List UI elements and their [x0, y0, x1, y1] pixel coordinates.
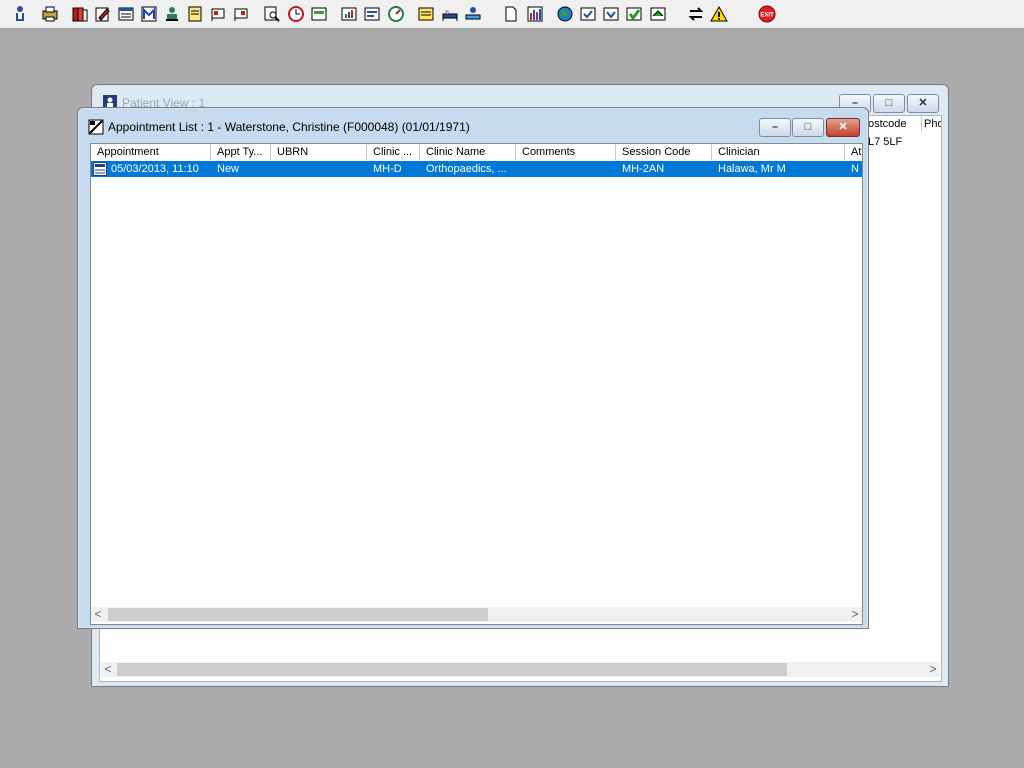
yellow-notes-icon[interactable] — [416, 4, 436, 24]
checklist-icon[interactable] — [578, 4, 598, 24]
table-row[interactable]: 05/03/2013, 11:10 New MH-D Orthopaedics,… — [91, 161, 862, 177]
globe-icon[interactable] — [555, 4, 575, 24]
exit-label: EXIT — [760, 13, 774, 19]
bar-chart-icon[interactable] — [525, 4, 545, 24]
search-document-icon[interactable] — [262, 4, 282, 24]
books-icon[interactable] — [70, 4, 90, 24]
person-icon[interactable] — [162, 4, 182, 24]
patient-search-icon[interactable] — [10, 4, 30, 24]
col-clinic[interactable]: Clinic ... — [367, 144, 420, 160]
col-ubrn[interactable]: UBRN — [271, 144, 367, 160]
postcode-value: L7 5LF — [868, 136, 903, 148]
col-at[interactable]: At — [845, 144, 862, 160]
appointment-row-icon — [93, 162, 107, 176]
appointment-list-app-icon — [88, 119, 104, 135]
forms-icon[interactable] — [362, 4, 382, 24]
pv-scroll-thumb[interactable] — [117, 663, 787, 676]
cell-appt-type: New — [217, 163, 240, 175]
col-postcode[interactable]: ostcode — [866, 116, 922, 132]
patient-view-hscroll[interactable]: < > — [101, 662, 940, 677]
col-session-code[interactable]: Session Code — [616, 144, 712, 160]
blank-page-icon[interactable] — [501, 4, 521, 24]
patient-bed-icon[interactable] — [463, 4, 483, 24]
warning-icon[interactable] — [709, 4, 729, 24]
col-appointment[interactable]: Appointment — [91, 144, 211, 160]
bed-icon[interactable] — [440, 4, 460, 24]
scroll-thumb[interactable] — [108, 608, 488, 621]
appointment-hscroll[interactable]: < > — [91, 607, 862, 622]
transfer-icon[interactable] — [648, 4, 668, 24]
patient-view-maximize-button[interactable]: □ — [873, 94, 905, 113]
edit-document-icon[interactable] — [93, 4, 113, 24]
scroll-right-arrow[interactable]: > — [848, 607, 862, 622]
appointment-list-title: Appointment List : 1 - Waterstone, Chris… — [108, 120, 470, 134]
appointment-close-button[interactable]: ✕ — [826, 118, 860, 137]
cell-clinician: Halawa, Mr M — [718, 163, 786, 175]
swap-arrows-icon[interactable] — [686, 4, 706, 24]
pv-scroll-right[interactable]: > — [926, 662, 940, 677]
cell-at: N — [851, 163, 859, 175]
appointment-maximize-button[interactable]: □ — [792, 118, 824, 137]
green-check-icon[interactable] — [624, 4, 644, 24]
notes-icon[interactable] — [185, 4, 205, 24]
col-comments[interactable]: Comments — [516, 144, 616, 160]
col-clinician[interactable]: Clinician — [712, 144, 845, 160]
col-phone[interactable]: Pho — [922, 116, 941, 132]
table-header: Appointment Appt Ty... UBRN Clinic ... C… — [91, 144, 862, 162]
printer-icon[interactable] — [40, 4, 60, 24]
clock-icon[interactable] — [286, 4, 306, 24]
cell-clinic: MH-D — [373, 163, 402, 175]
mail-m-icon[interactable] — [139, 4, 159, 24]
gauge-icon[interactable] — [386, 4, 406, 24]
appointment-table: Appointment Appt Ty... UBRN Clinic ... C… — [90, 143, 863, 625]
col-appt-type[interactable]: Appt Ty... — [211, 144, 271, 160]
flag-icon[interactable] — [208, 4, 228, 24]
col-clinic-name[interactable]: Clinic Name — [420, 144, 516, 160]
appointment-list-window: Appointment List : 1 - Waterstone, Chris… — [77, 107, 869, 629]
appointment-minimize-button[interactable]: – — [759, 118, 791, 137]
window-icon[interactable] — [309, 4, 329, 24]
exit-icon[interactable]: EXIT — [757, 4, 777, 24]
cell-comments — [522, 161, 614, 177]
cell-session-code: MH-2AN — [622, 163, 665, 175]
scroll-left-arrow[interactable]: < — [91, 607, 105, 622]
main-toolbar: EXIT — [0, 0, 1024, 29]
check-down-icon[interactable] — [601, 4, 621, 24]
patient-view-close-button[interactable]: ✕ — [907, 94, 939, 113]
cell-appointment: 05/03/2013, 11:10 — [111, 163, 199, 175]
cell-clinic-name: Orthopaedics, ... — [426, 163, 507, 175]
pv-scroll-left[interactable]: < — [101, 662, 115, 677]
cell-ubrn — [277, 161, 365, 177]
flag-two-icon[interactable] — [231, 4, 251, 24]
chart-window-icon[interactable] — [339, 4, 359, 24]
list-window-icon[interactable] — [116, 4, 136, 24]
